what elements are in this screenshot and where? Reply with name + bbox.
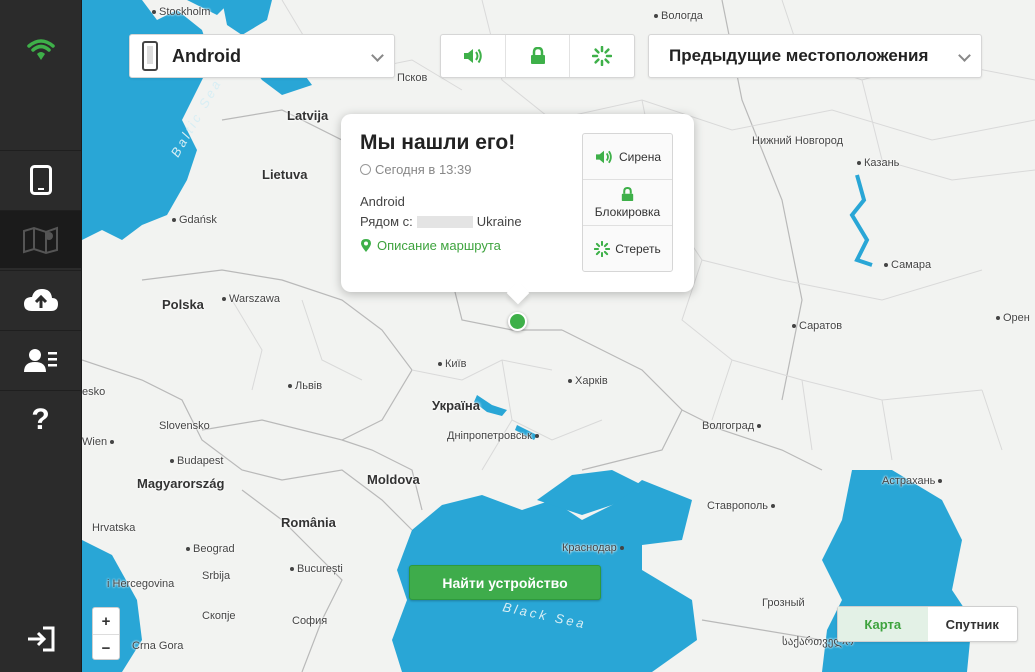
city-label: Самара	[884, 259, 931, 271]
city-label: Ставрополь	[707, 500, 778, 512]
city-label: Hrvatska	[92, 522, 136, 534]
country-label: Magyarország	[137, 476, 225, 491]
city-label: Харків	[568, 375, 608, 387]
app-logo	[0, 0, 81, 100]
sidebar: ?	[0, 0, 82, 672]
city-label: Beograd	[186, 543, 235, 555]
city-label: Грозный	[762, 597, 805, 609]
popup-device: Android	[360, 194, 405, 209]
map-icon	[22, 226, 58, 254]
device-location-marker[interactable]	[508, 312, 527, 331]
map-pin-icon	[361, 239, 371, 252]
popup-time: Сегодня в 13:39	[360, 162, 471, 177]
device-selector[interactable]: Android	[129, 34, 395, 78]
find-device-button[interactable]: Найти устройство	[409, 565, 601, 600]
city-label: Орен	[996, 312, 1030, 324]
nav-backup[interactable]	[0, 270, 81, 328]
popup-lock-button[interactable]: Блокировка	[583, 180, 672, 226]
city-label: Волгоград	[702, 420, 764, 432]
lookout-logo-icon	[26, 39, 55, 60]
city-label: i Hercegovina	[107, 578, 175, 590]
contact-card-icon	[23, 348, 57, 372]
wipe-icon	[592, 46, 613, 66]
speaker-icon	[595, 150, 612, 163]
route-link[interactable]: Описание маршрута	[360, 238, 501, 253]
phone-icon	[142, 41, 158, 71]
clock-icon	[360, 164, 371, 175]
country-label: Polska	[162, 297, 204, 312]
previous-locations-label: Предыдущие местоположения	[669, 46, 929, 65]
popup-near: Рядом с: Ukraine	[360, 214, 522, 229]
nav-help[interactable]: ?	[0, 390, 81, 448]
speaker-icon	[463, 48, 482, 64]
city-label: София	[292, 615, 328, 627]
city-label: Дніпропетровськ	[447, 430, 542, 442]
country-label: Latvija	[287, 108, 329, 123]
logout-button[interactable]	[0, 610, 81, 668]
zoom-control: + −	[92, 607, 120, 660]
device-name: Android	[172, 45, 241, 66]
city-label: Краснодар	[562, 542, 627, 554]
country-label: Україна	[432, 398, 481, 413]
city-label: Казань	[857, 157, 899, 169]
lock-icon	[621, 186, 634, 201]
country-label: Moldova	[367, 472, 420, 487]
lock-button[interactable]	[506, 35, 571, 77]
chevron-down-icon	[958, 49, 971, 62]
nav-account[interactable]	[0, 330, 81, 388]
tablet-icon	[29, 164, 52, 195]
map-type-map[interactable]: Карта	[838, 607, 928, 641]
popup-title: Мы нашли его!	[360, 131, 516, 154]
city-label: esko	[82, 386, 106, 398]
popup-siren-button[interactable]: Сирена	[583, 134, 672, 180]
cloud-upload-icon	[23, 288, 58, 311]
city-label: Скопје	[202, 610, 236, 622]
map-type-satellite[interactable]: Спутник	[928, 607, 1018, 641]
city-label: Нижний Новгород	[752, 135, 844, 147]
city-label: Warszawa	[222, 293, 280, 305]
zoom-in-button[interactable]: +	[93, 608, 119, 635]
wipe-icon	[594, 241, 611, 257]
city-label: Gdańsk	[172, 214, 217, 226]
city-label: Wien	[82, 436, 117, 448]
city-label: Вологда	[654, 10, 703, 22]
chevron-down-icon	[371, 49, 384, 62]
wipe-button[interactable]	[570, 35, 634, 77]
siren-button[interactable]	[441, 35, 506, 77]
zoom-out-button[interactable]: −	[93, 635, 119, 661]
city-label: Київ	[438, 358, 466, 370]
city-label: Srbija	[202, 570, 231, 582]
sign-out-icon	[27, 626, 54, 652]
country-label: România	[281, 515, 336, 530]
question-icon: ?	[31, 402, 50, 436]
map-type-toggle: Карта Спутник	[837, 606, 1018, 642]
location-popup: Мы нашли его! Сегодня в 13:39 Android Ря…	[341, 114, 694, 292]
previous-locations-dropdown[interactable]: Предыдущие местоположения	[648, 34, 982, 78]
country-label: Lietuva	[262, 167, 308, 182]
popup-actions: Сирена Блокировка Стереть	[582, 133, 673, 272]
city-label: Саратов	[792, 320, 842, 332]
city-label: Stockholm	[152, 6, 210, 18]
popup-wipe-button[interactable]: Стереть	[583, 226, 672, 272]
city-label: Crna Gora	[132, 640, 184, 652]
city-label: Slovensko	[159, 420, 210, 432]
nav-device[interactable]	[0, 150, 81, 208]
lock-icon	[530, 47, 545, 64]
nav-map[interactable]	[0, 210, 81, 268]
city-label: Псков	[397, 72, 428, 84]
city-label: Астрахань	[882, 475, 945, 487]
city-label: Львів	[288, 380, 322, 392]
device-actions	[440, 34, 635, 78]
city-label: Budapest	[170, 455, 223, 467]
city-label: București	[290, 563, 343, 575]
redacted-address	[416, 215, 473, 228]
